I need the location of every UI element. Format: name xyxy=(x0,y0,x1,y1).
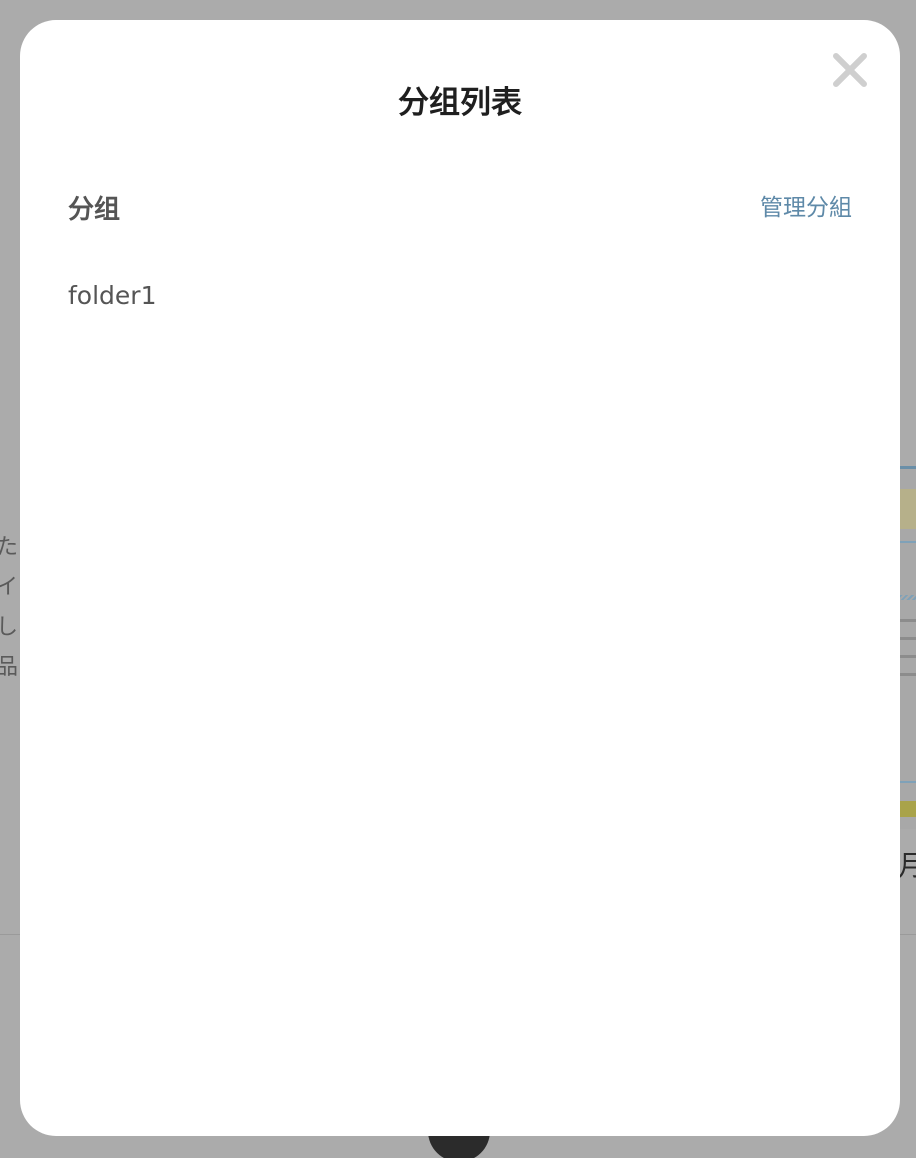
thumbnail-decoration xyxy=(900,541,916,543)
modal-title: 分组列表 xyxy=(398,85,522,121)
background-month-label: 月 xyxy=(898,849,916,882)
group-item-folder1[interactable]: folder1 xyxy=(68,276,852,320)
thumbnail-decoration xyxy=(900,801,916,817)
close-icon xyxy=(833,53,867,87)
close-button[interactable] xyxy=(828,48,872,92)
manage-groups-link[interactable]: 管理分組 xyxy=(760,188,852,228)
thumbnail-decoration xyxy=(900,489,916,529)
group-list: folder1 xyxy=(68,276,852,320)
thumbnail-decoration xyxy=(900,781,916,783)
background-text-line: た xyxy=(0,535,19,560)
thumbnail-decoration xyxy=(900,595,916,600)
background-text-line: 品 xyxy=(0,655,19,680)
thumbnail-decoration xyxy=(900,673,916,676)
groups-section-header: 分组 管理分組 xyxy=(68,190,852,234)
thumbnail-decoration xyxy=(900,637,916,640)
background-text-snippet: た イ し 品 xyxy=(0,528,20,688)
group-list-modal: 分组列表 分组 管理分組 folder1 xyxy=(20,20,900,1136)
thumbnail-decoration xyxy=(900,619,916,622)
thumbnail-decoration xyxy=(900,655,916,658)
background-text-line: イ xyxy=(0,575,19,600)
groups-section-label: 分组 xyxy=(68,195,121,225)
background-text-line: し xyxy=(0,615,19,640)
background-thumbnail xyxy=(900,466,916,829)
